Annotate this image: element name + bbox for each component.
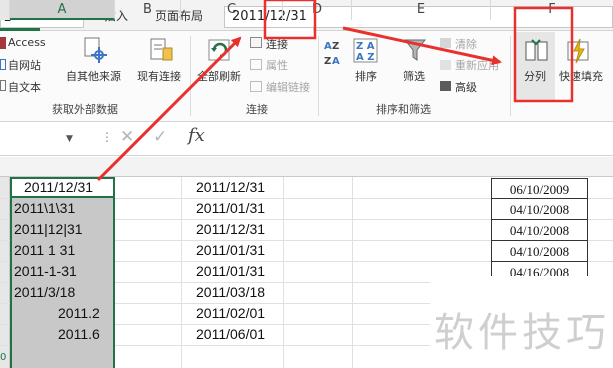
- flash-fill-icon: [567, 38, 589, 64]
- cell-f5[interactable]: 04/16/2008: [491, 262, 588, 276]
- more-options-icon: ⋮: [101, 130, 113, 144]
- group-label-connections: 连接: [246, 103, 268, 116]
- cell-a2[interactable]: 2011\1\31: [14, 198, 75, 219]
- cell-a4[interactable]: 2011 1 31: [14, 240, 75, 261]
- cell-a8[interactable]: 2011.6: [58, 324, 100, 345]
- existing-connections-icon: [150, 38, 173, 61]
- insert-function-icon[interactable]: fx: [188, 125, 205, 146]
- column-header-b[interactable]: B: [115, 0, 181, 20]
- sort-button[interactable]: 排序: [355, 68, 377, 84]
- edit-links-button[interactable]: 编辑链接: [266, 79, 310, 95]
- cell-c1[interactable]: 2011/12/31: [196, 177, 265, 198]
- connections-button[interactable]: 连接: [266, 36, 288, 52]
- watermark-text: 软件技巧: [434, 310, 610, 356]
- svg-text:A: A: [332, 56, 340, 67]
- properties-button[interactable]: 属性: [266, 57, 288, 73]
- from-text-button[interactable]: 自文本: [8, 79, 41, 95]
- existing-connections-button[interactable]: 现有连接: [137, 68, 181, 84]
- group-label-get-external-data: 获取外部数据: [52, 103, 118, 116]
- reapply-icon: [440, 60, 451, 70]
- sort-az-icon: A Z Z A: [324, 41, 340, 67]
- text-to-columns-button[interactable]: 分列: [524, 68, 546, 84]
- advanced-button[interactable]: 高级: [455, 79, 477, 95]
- clear-button[interactable]: 清除: [455, 36, 477, 52]
- text-to-columns-icon: [525, 39, 548, 61]
- column-header-c[interactable]: C: [181, 0, 283, 20]
- web-icon: [0, 59, 6, 70]
- filter-funnel-icon: [404, 39, 426, 61]
- column-header-e[interactable]: E: [352, 0, 491, 20]
- row-header[interactable]: 0: [0, 347, 10, 368]
- properties-icon: [250, 59, 262, 70]
- column-header-d[interactable]: D: [283, 0, 352, 20]
- cell-f1[interactable]: 06/10/2009: [491, 178, 588, 199]
- flash-fill-button[interactable]: 快速填充: [559, 68, 603, 84]
- select-all-corner[interactable]: [0, 0, 10, 20]
- ribbon-separator: [190, 36, 191, 116]
- cell-c7[interactable]: 2011/02/01: [196, 303, 265, 324]
- name-box-dropdown-icon[interactable]: ▼: [66, 134, 73, 144]
- cancel-icon[interactable]: ✕: [120, 127, 134, 147]
- other-sources-icon: [84, 37, 107, 63]
- text-file-icon: [0, 80, 6, 91]
- cell-c8[interactable]: 2011/06/01: [196, 324, 265, 345]
- clear-filter-icon: [440, 38, 451, 48]
- grid-line: [181, 177, 182, 368]
- edit-links-icon: [250, 81, 262, 92]
- svg-text:A: A: [324, 41, 332, 52]
- cell-a1[interactable]: 2011/12/31: [24, 177, 93, 198]
- cell-a7[interactable]: 2011.2: [58, 303, 100, 324]
- cell-c2[interactable]: 2011/01/31: [196, 198, 265, 219]
- cell-f4[interactable]: 04/10/2008: [491, 241, 588, 262]
- column-header-bar: [0, 157, 613, 177]
- cell-a6[interactable]: 2011/3/18: [14, 282, 75, 303]
- ribbon-separator: [510, 36, 511, 116]
- cell-c4[interactable]: 2011/01/31: [196, 240, 265, 261]
- cell-f3[interactable]: 04/10/2008: [491, 220, 588, 241]
- column-header-a[interactable]: A: [10, 0, 115, 20]
- sort-dialog-icon: Z A A Z: [353, 38, 378, 63]
- cell-c3[interactable]: 2011/12/31: [196, 219, 265, 240]
- enter-icon[interactable]: ✓: [153, 127, 167, 147]
- refresh-all-button[interactable]: 全部刷新: [197, 68, 241, 84]
- from-access-button[interactable]: Access: [8, 36, 46, 49]
- cell-c5[interactable]: 2011/01/31: [196, 261, 265, 282]
- reapply-button[interactable]: 重新应用: [455, 57, 499, 73]
- group-label-sort-and-filter: 排序和筛选: [376, 103, 431, 116]
- advanced-filter-icon: [440, 81, 451, 91]
- cell-a5[interactable]: 2011-1-31: [14, 261, 77, 282]
- cell-c6[interactable]: 2011/03/18: [196, 282, 265, 303]
- connections-icon: [250, 37, 262, 48]
- cell-a3[interactable]: 2011|12|31: [14, 219, 83, 240]
- access-icon: [0, 37, 6, 49]
- other-sources-button[interactable]: 自其他来源: [66, 68, 121, 84]
- grid-line: [352, 177, 353, 368]
- svg-text:Z: Z: [324, 56, 331, 67]
- from-web-button[interactable]: 自网站: [8, 57, 41, 73]
- formula-bar: [0, 122, 613, 156]
- ribbon-separator: [318, 36, 319, 116]
- row-header-strip: [0, 177, 10, 368]
- svg-text:A Z: A Z: [356, 52, 374, 63]
- svg-text:Z A: Z A: [356, 41, 375, 52]
- cell-f2[interactable]: 04/10/2008: [491, 199, 588, 220]
- refresh-all-icon: [208, 39, 230, 61]
- column-header-f[interactable]: F: [491, 0, 613, 20]
- filter-button[interactable]: 筛选: [403, 68, 425, 84]
- grid-line: [283, 177, 284, 368]
- svg-text:Z: Z: [332, 41, 339, 52]
